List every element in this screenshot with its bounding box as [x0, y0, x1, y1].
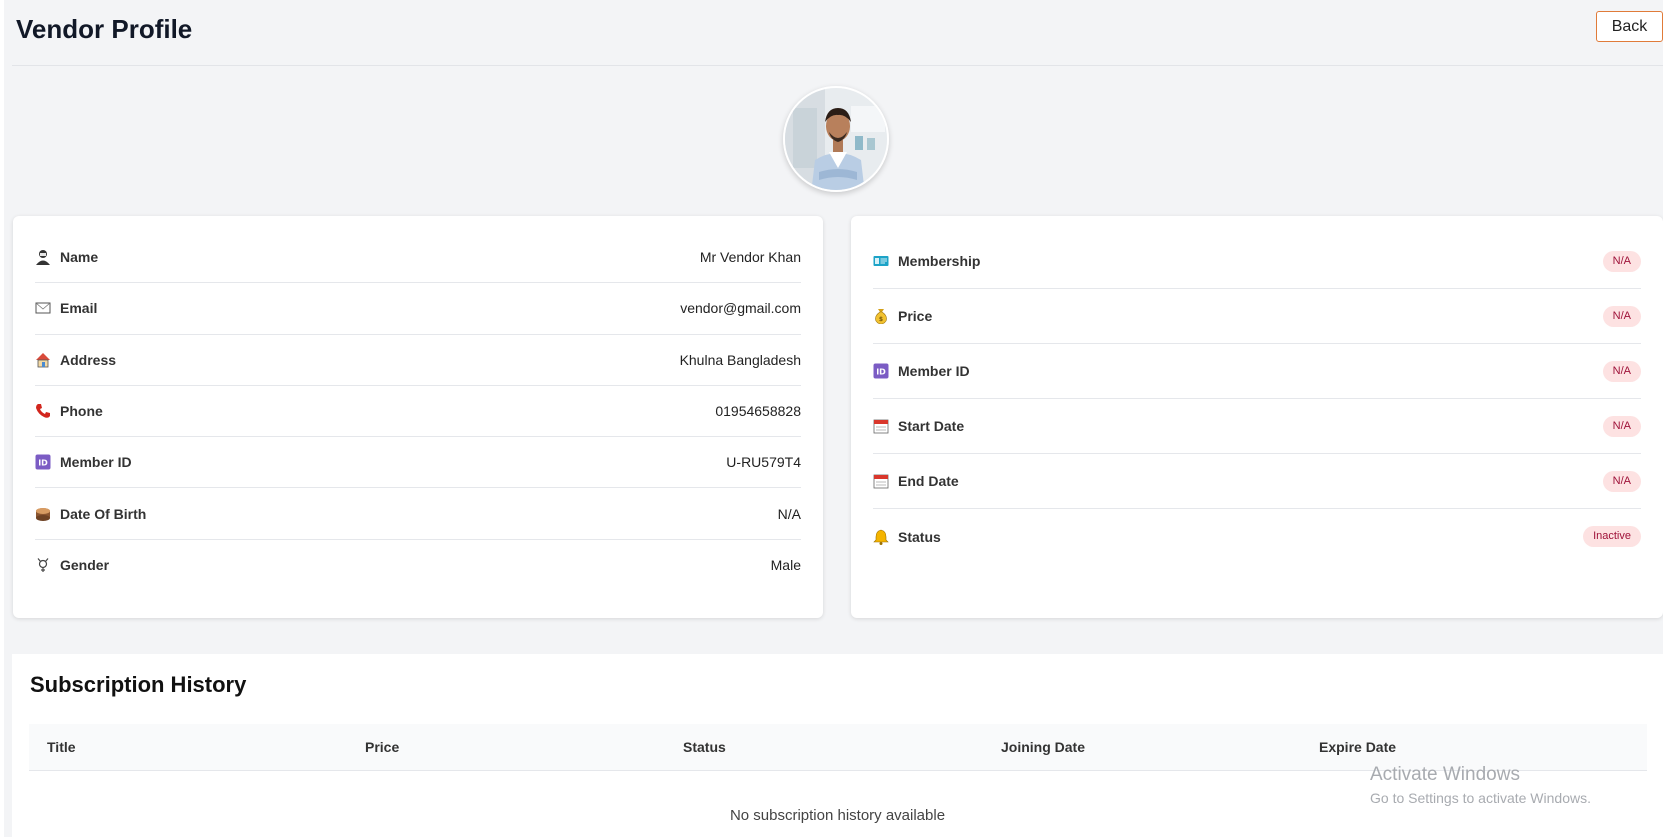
membership-member-id-label: Member ID	[898, 363, 970, 379]
profile-address-value: Khulna Bangladesh	[679, 351, 801, 368]
member-id-badge: N/A	[1602, 360, 1641, 382]
money-bag-icon: $	[873, 308, 889, 324]
profile-phone-value: 01954658828	[715, 403, 801, 420]
membership-row-price: $ Price N/A	[873, 289, 1641, 344]
profile-dob-value: N/A	[777, 505, 801, 522]
profile-card: Name Mr Vendor Khan Email vendor@gmail.c…	[13, 216, 823, 618]
id-icon: ID	[35, 454, 51, 470]
membership-badge: N/A	[1602, 250, 1641, 272]
profile-email-value: vendor@gmail.com	[680, 300, 801, 317]
page-title: Vendor Profile	[16, 14, 193, 44]
membership-card-icon	[873, 253, 889, 269]
profile-gender-value: Male	[770, 557, 801, 574]
price-label: Price	[898, 308, 933, 324]
profile-member-id-value: U-RU579T4	[726, 454, 801, 471]
svg-text:ID: ID	[876, 368, 886, 377]
profile-name-value: Mr Vendor Khan	[699, 249, 801, 266]
subscription-history-title: Subscription History	[30, 672, 247, 697]
id-icon: ID	[873, 363, 889, 379]
svg-text:ID: ID	[38, 459, 48, 468]
bell-icon	[873, 529, 889, 545]
end-date-badge: N/A	[1602, 470, 1641, 492]
gender-icon	[35, 557, 51, 573]
profile-name-label: Name	[60, 249, 99, 266]
profile-row-member-id: ID Member ID U-RU579T4	[35, 437, 801, 489]
membership-row-start-date: Start Date N/A	[873, 399, 1641, 454]
end-date-label: End Date	[898, 473, 959, 489]
membership-row-status: Status Inactive	[873, 509, 1641, 564]
watermark-title: Activate Windows	[1370, 764, 1520, 785]
price-badge: N/A	[1602, 305, 1641, 327]
phone-icon	[35, 403, 51, 419]
profile-email-label: Email	[60, 300, 98, 317]
windows-activation-watermark: Activate Windows Go to Settings to activ…	[1370, 764, 1591, 806]
column-header-expire-date: Expire Date	[1319, 739, 1397, 755]
profile-gender-label: Gender	[60, 557, 110, 574]
profile-row-address: Address Khulna Bangladesh	[35, 335, 801, 386]
membership-row-membership: Membership N/A	[873, 234, 1641, 289]
status-label: Status	[898, 528, 941, 545]
column-header-title: Title	[47, 739, 76, 755]
svg-text:$: $	[879, 316, 883, 323]
profile-phone-label: Phone	[60, 403, 103, 420]
column-header-joining-date: Joining Date	[1001, 739, 1086, 755]
start-date-label: Start Date	[898, 418, 965, 434]
profile-row-name: Name Mr Vendor Khan	[35, 232, 801, 284]
page: Vendor Profile Back Name Mr Vendor Khan …	[4, 0, 1663, 837]
profile-row-dob: Date Of Birth N/A	[35, 488, 801, 540]
column-header-price: Price	[365, 739, 400, 755]
profile-dob-label: Date Of Birth	[60, 505, 147, 522]
profile-row-gender: Gender Male	[35, 540, 801, 591]
page-header: Vendor Profile Back	[12, 0, 1663, 66]
membership-card: Membership N/A $ Price N/A ID Member ID …	[851, 216, 1663, 618]
watermark-subtitle: Go to Settings to activate Windows.	[1370, 790, 1591, 806]
avatar	[783, 86, 889, 192]
calendar-icon	[873, 473, 889, 489]
membership-label: Membership	[898, 253, 981, 269]
membership-row-end-date: End Date N/A	[873, 454, 1641, 509]
status-badge: Inactive	[1583, 526, 1641, 547]
house-icon	[35, 352, 51, 368]
calendar-icon	[873, 418, 889, 434]
profile-member-id-label: Member ID	[60, 454, 132, 471]
column-header-status: Status	[683, 739, 726, 755]
user-icon	[35, 249, 51, 266]
membership-row-member-id: ID Member ID N/A	[873, 344, 1641, 399]
empty-table-message: No subscription history available	[729, 807, 946, 824]
profile-row-phone: Phone 01954658828	[35, 386, 801, 438]
back-button[interactable]: Back	[1596, 11, 1663, 42]
subscription-history-section: Subscription History Title Price Status …	[12, 654, 1663, 837]
avatar-photo	[785, 88, 887, 190]
profile-row-email: Email vendor@gmail.com	[35, 283, 801, 335]
start-date-badge: N/A	[1602, 415, 1641, 437]
envelope-icon	[35, 300, 51, 316]
cake-icon	[35, 506, 51, 522]
profile-address-label: Address	[60, 351, 117, 368]
